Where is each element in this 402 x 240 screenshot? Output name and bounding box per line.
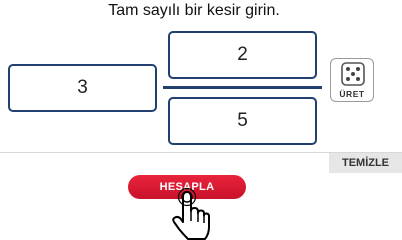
hand-pointer-icon: [172, 187, 210, 240]
whole-number-input[interactable]: 3: [8, 64, 157, 112]
denominator-input[interactable]: 5: [168, 97, 317, 145]
generate-label: ÜRET: [339, 89, 365, 99]
dice-icon: [341, 62, 365, 86]
instruction-text: Tam sayılı bir kesir girin.: [108, 2, 280, 19]
clear-button[interactable]: TEMİZLE: [329, 153, 402, 173]
fraction-bar: [163, 86, 322, 89]
generate-button[interactable]: ÜRET: [330, 58, 374, 102]
numerator-input[interactable]: 2: [168, 31, 317, 79]
